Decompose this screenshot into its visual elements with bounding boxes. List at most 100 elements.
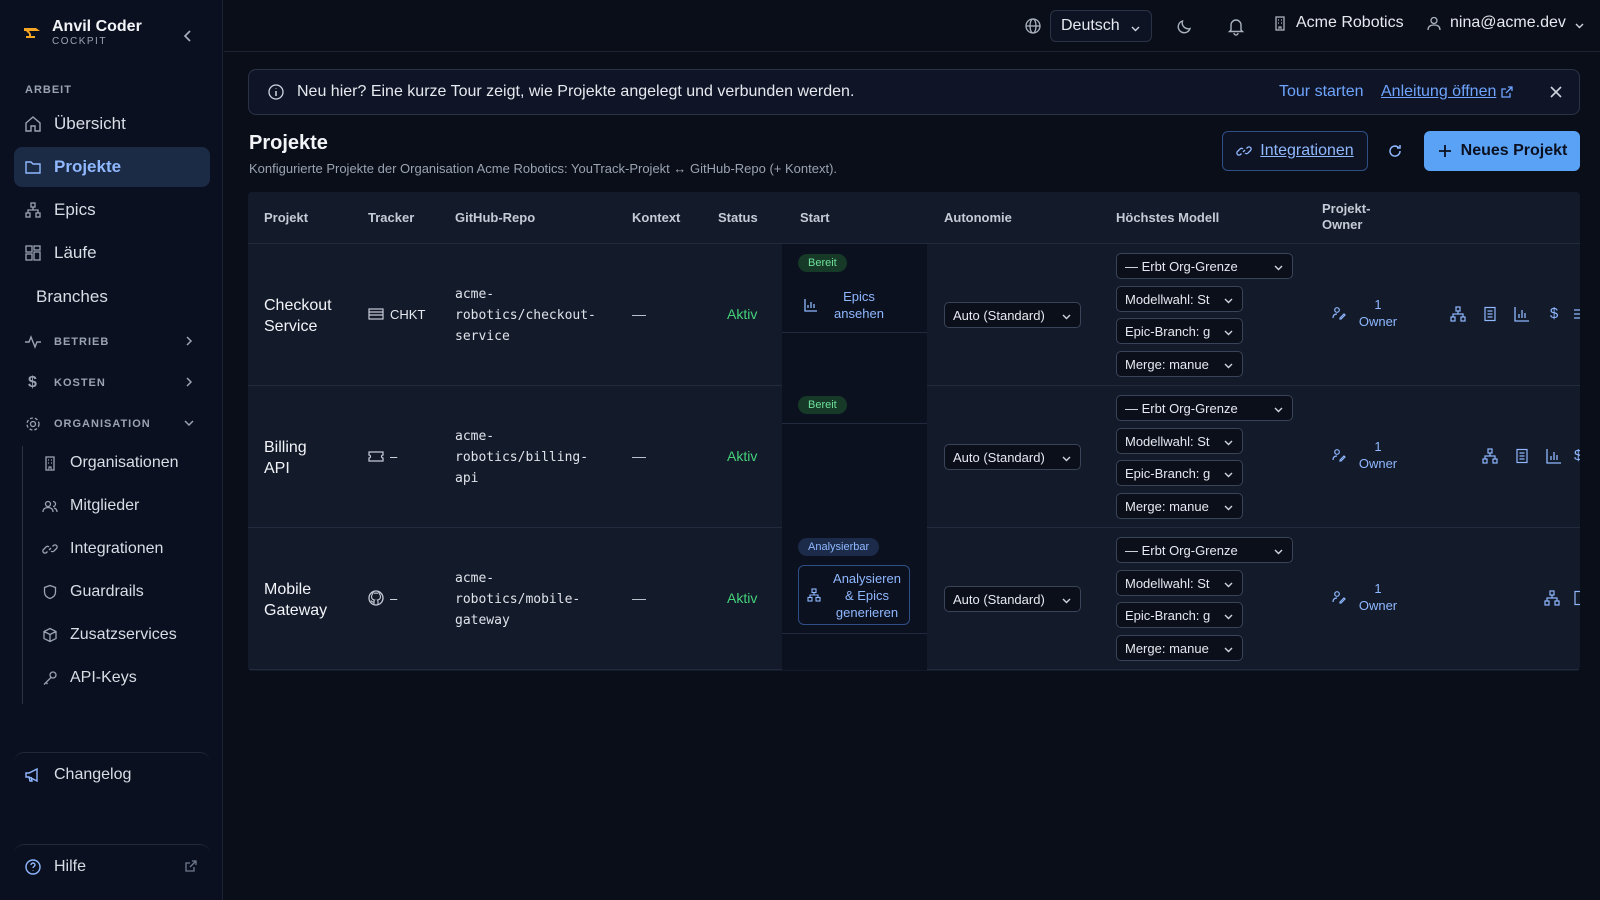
owner-cell[interactable]: 1 Owner <box>1332 580 1400 614</box>
autonomy-select[interactable]: Auto (Standard) <box>944 444 1081 470</box>
epic-branch-select[interactable]: Epic-Branch: g <box>1116 460 1243 486</box>
owner-cell[interactable]: 1 Owner <box>1332 296 1400 330</box>
refresh-icon[interactable] <box>1386 142 1404 160</box>
start-cell: Bereit <box>782 386 927 528</box>
dollar-icon[interactable]: $ <box>1546 305 1562 322</box>
dollar-icon[interactable]: $ <box>1574 447 1580 463</box>
autonomy-select[interactable]: Auto (Standard) <box>944 586 1081 612</box>
close-banner-icon[interactable] <box>1547 83 1565 101</box>
sidebar-item-projects[interactable]: Projekte <box>14 147 210 187</box>
chevron-down-icon <box>1273 545 1284 556</box>
table-row[interactable]: Checkout Service CHKT acme- robotics/che… <box>248 244 1580 386</box>
sidebar-item-label: Integrationen <box>70 540 164 557</box>
language-switcher[interactable]: Deutsch <box>1024 10 1152 42</box>
document-icon[interactable] <box>1482 306 1498 322</box>
column-header-owner-line1: Projekt- <box>1322 201 1371 216</box>
model-choice-value: Modellwahl: St <box>1125 433 1210 449</box>
project-name-line2: API <box>264 460 290 477</box>
epics-tree-icon[interactable] <box>1450 306 1466 322</box>
owner-count: 1 Owner <box>1356 438 1400 472</box>
changelog-link[interactable]: Changelog <box>14 752 210 796</box>
anvil-logo-icon <box>22 23 42 43</box>
sidebar-group-organization[interactable]: ORGANISATION <box>14 407 210 441</box>
analyze-line2: & Epics <box>844 587 890 603</box>
page-title: Projekte <box>249 132 328 154</box>
language-select[interactable]: Deutsch <box>1050 10 1152 42</box>
onboarding-banner: Neu hier? Eine kurze Tour zeigt, wie Pro… <box>248 69 1580 115</box>
sidebar-item-guardrails[interactable]: Guardrails <box>34 573 210 611</box>
help-icon <box>24 858 42 876</box>
sidebar-group-operations[interactable]: BETRIEB <box>14 325 210 359</box>
sidebar-item-integrations[interactable]: Integrationen <box>34 530 210 568</box>
start-tour-link[interactable]: Tour starten <box>1279 83 1363 101</box>
collapse-sidebar-icon[interactable] <box>178 26 198 46</box>
sidebar-item-label: Läufe <box>54 243 97 262</box>
table-row[interactable]: Billing API – acme- robotics/billing- ap… <box>248 386 1580 528</box>
model-choice-select[interactable]: Modellwahl: St <box>1116 286 1243 312</box>
sidebar-item-overview[interactable]: Übersicht <box>14 104 210 144</box>
chevron-down-icon <box>1223 643 1234 654</box>
repo-cell: acme- robotics/mobile- gateway <box>455 568 580 631</box>
home-icon <box>24 115 42 133</box>
chevron-down-icon <box>1223 326 1234 337</box>
sidebar-item-api-keys[interactable]: API-Keys <box>34 659 210 697</box>
table-row[interactable]: Mobile Gateway – acme- robotics/mobile- … <box>248 528 1580 670</box>
sidebar-item-members[interactable]: Mitglieder <box>34 487 210 525</box>
autonomy-value: Auto (Standard) <box>953 449 1045 465</box>
model-choice-value: Modellwahl: St <box>1125 291 1210 307</box>
open-guide-link[interactable]: Anleitung öffnen <box>1381 83 1514 101</box>
merge-select[interactable]: Merge: manue <box>1116 635 1243 661</box>
hierarchy-icon <box>24 201 42 219</box>
notifications-bell-icon[interactable] <box>1226 16 1246 36</box>
document-icon[interactable] <box>1572 590 1580 606</box>
globe-icon <box>1024 17 1042 35</box>
help-link[interactable]: Hilfe <box>14 844 210 888</box>
model-limit-select[interactable]: — Erbt Org-Grenze <box>1116 537 1293 563</box>
model-choice-select[interactable]: Modellwahl: St <box>1116 570 1243 596</box>
project-name[interactable]: Billing API <box>264 437 307 479</box>
context-cell: — <box>632 448 646 464</box>
repo-line2: robotics/checkout- <box>455 308 596 323</box>
sidebar-item-runs[interactable]: Läufe <box>14 233 210 273</box>
brand[interactable]: Anvil Coder COCKPIT <box>22 18 142 47</box>
sidebar-item-organizations[interactable]: Organisationen <box>34 444 210 482</box>
sidebar-item-epics[interactable]: Epics <box>14 190 210 230</box>
more-icon[interactable] <box>1572 306 1580 322</box>
theme-toggle-moon-icon[interactable] <box>1175 16 1195 36</box>
column-header-owner-line2: Owner <box>1322 217 1363 232</box>
view-epics-link[interactable]: Epics ansehen <box>804 288 890 322</box>
user-menu[interactable]: nina@acme.dev <box>1426 14 1585 32</box>
owner-label: Owner <box>1358 314 1398 329</box>
organization-switcher[interactable]: Acme Robotics <box>1272 14 1404 32</box>
model-choice-select[interactable]: Modellwahl: St <box>1116 428 1243 454</box>
autonomy-value: Auto (Standard) <box>953 307 1045 323</box>
epic-branch-select[interactable]: Epic-Branch: g <box>1116 602 1243 628</box>
integrations-button[interactable]: Integrationen <box>1222 131 1368 171</box>
status-badge: Aktiv <box>727 590 758 606</box>
model-limit-select[interactable]: — Erbt Org-Grenze <box>1116 395 1293 421</box>
sidebar-group-label: ORGANISATION <box>54 418 151 430</box>
merge-select[interactable]: Merge: manue <box>1116 493 1243 519</box>
epics-tree-icon[interactable] <box>1544 590 1560 606</box>
model-limit-select[interactable]: — Erbt Org-Grenze <box>1116 253 1293 279</box>
repo-line3: api <box>455 471 479 486</box>
owner-cell[interactable]: 1 Owner <box>1332 438 1400 472</box>
sidebar-item-label: Projekte <box>54 157 122 176</box>
user-icon <box>1426 15 1442 31</box>
sidebar-item-add-ons[interactable]: Zusatzservices <box>34 616 210 654</box>
document-icon[interactable] <box>1514 448 1530 464</box>
merge-select[interactable]: Merge: manue <box>1116 351 1243 377</box>
new-project-button[interactable]: Neues Projekt <box>1424 131 1580 171</box>
bar-chart-icon[interactable] <box>1546 448 1562 464</box>
sidebar-item-branches[interactable]: Branches <box>14 277 210 317</box>
sidebar-group-costs[interactable]: $ KOSTEN <box>14 366 210 400</box>
project-name[interactable]: Checkout Service <box>264 295 332 337</box>
epic-branch-select[interactable]: Epic-Branch: g <box>1116 318 1243 344</box>
project-name[interactable]: Mobile Gateway <box>264 579 327 621</box>
youtrack-icon <box>368 306 384 322</box>
autonomy-select[interactable]: Auto (Standard) <box>944 302 1081 328</box>
merge-value: Merge: manue <box>1125 640 1209 656</box>
bar-chart-icon[interactable] <box>1514 306 1530 322</box>
epics-tree-icon[interactable] <box>1482 448 1498 464</box>
analyze-generate-epics-button[interactable]: Analysieren & Epics generieren <box>798 565 910 625</box>
